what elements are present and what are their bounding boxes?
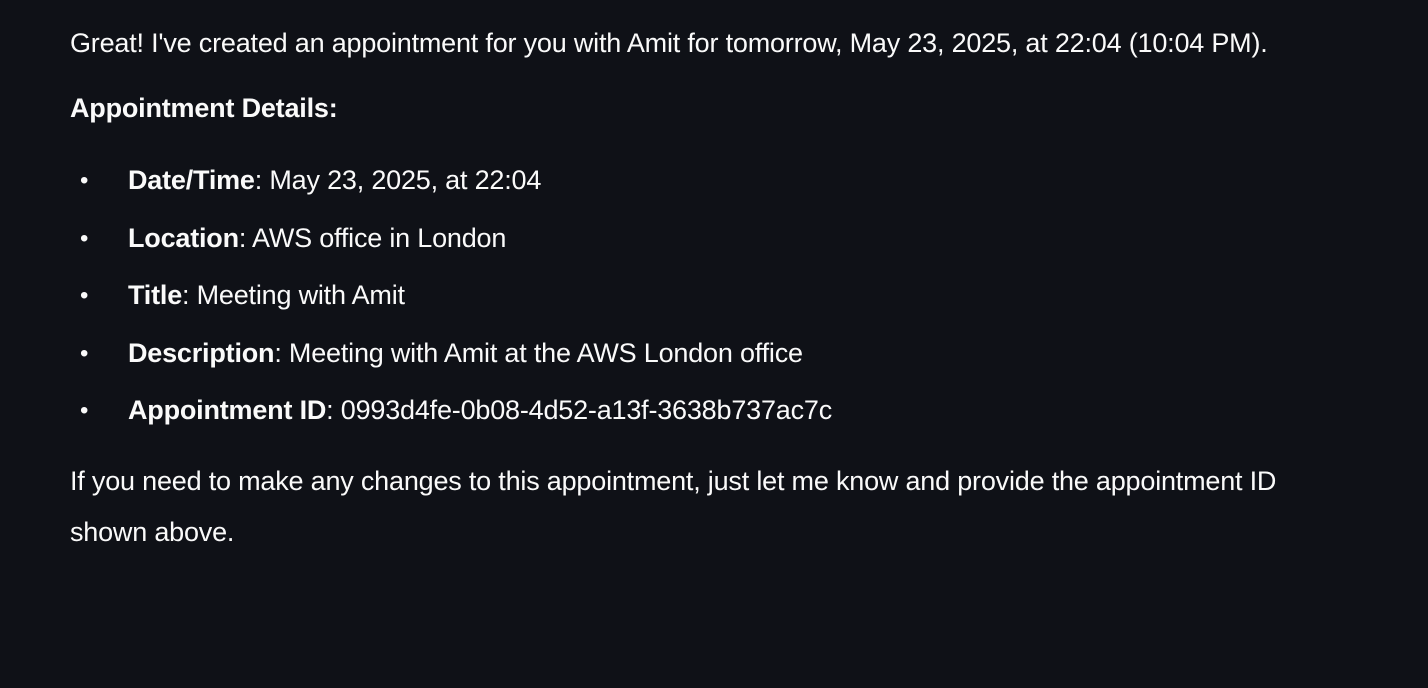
follow-up-text: If you need to make any changes to this … bbox=[70, 465, 1277, 547]
confirmation-text: Great! I've created an appointment for y… bbox=[70, 28, 1268, 58]
detail-location: • Location: AWS office in London bbox=[70, 210, 1350, 268]
detail-label: Title bbox=[128, 280, 183, 310]
bullet-icon: • bbox=[80, 339, 89, 367]
detail-label: Location bbox=[128, 222, 239, 253]
detail-label: Appointment ID bbox=[128, 395, 327, 425]
message-body: Great! I've created an appointment for y… bbox=[70, 18, 1350, 558]
detail-label: Description bbox=[128, 337, 275, 368]
bullet-icon: • bbox=[80, 397, 89, 424]
detail-date-time: • Date/Time: May 23, 2025, at 22:04 bbox=[70, 152, 1350, 210]
assistant-message: Great! I've created an appointment for y… bbox=[0, 0, 1428, 688]
detail-value: : Meeting with Amit at the AWS London of… bbox=[274, 337, 803, 368]
bullet-icon: • bbox=[80, 167, 89, 194]
details-list: • Date/Time: May 23, 2025, at 22:04 • Lo… bbox=[70, 152, 1350, 440]
bullet-icon: • bbox=[80, 224, 89, 252]
bullet-icon: • bbox=[80, 282, 89, 309]
detail-value: : May 23, 2025, at 22:04 bbox=[254, 165, 542, 195]
detail-value: : AWS office in London bbox=[238, 222, 507, 253]
detail-title: • Title: Meeting with Amit bbox=[70, 267, 1350, 325]
detail-appointment-id: • Appointment ID: 0993d4fe-0b08-4d52-a13… bbox=[70, 382, 1350, 440]
detail-description: • Description: Meeting with Amit at the … bbox=[70, 325, 1350, 383]
detail-label: Date/Time bbox=[128, 165, 255, 195]
detail-value: : 0993d4fe-0b08-4d52-a13f-3638b737ac7c bbox=[326, 395, 832, 425]
details-heading: Appointment Details: bbox=[70, 93, 338, 123]
detail-value: : Meeting with Amit bbox=[182, 280, 405, 310]
